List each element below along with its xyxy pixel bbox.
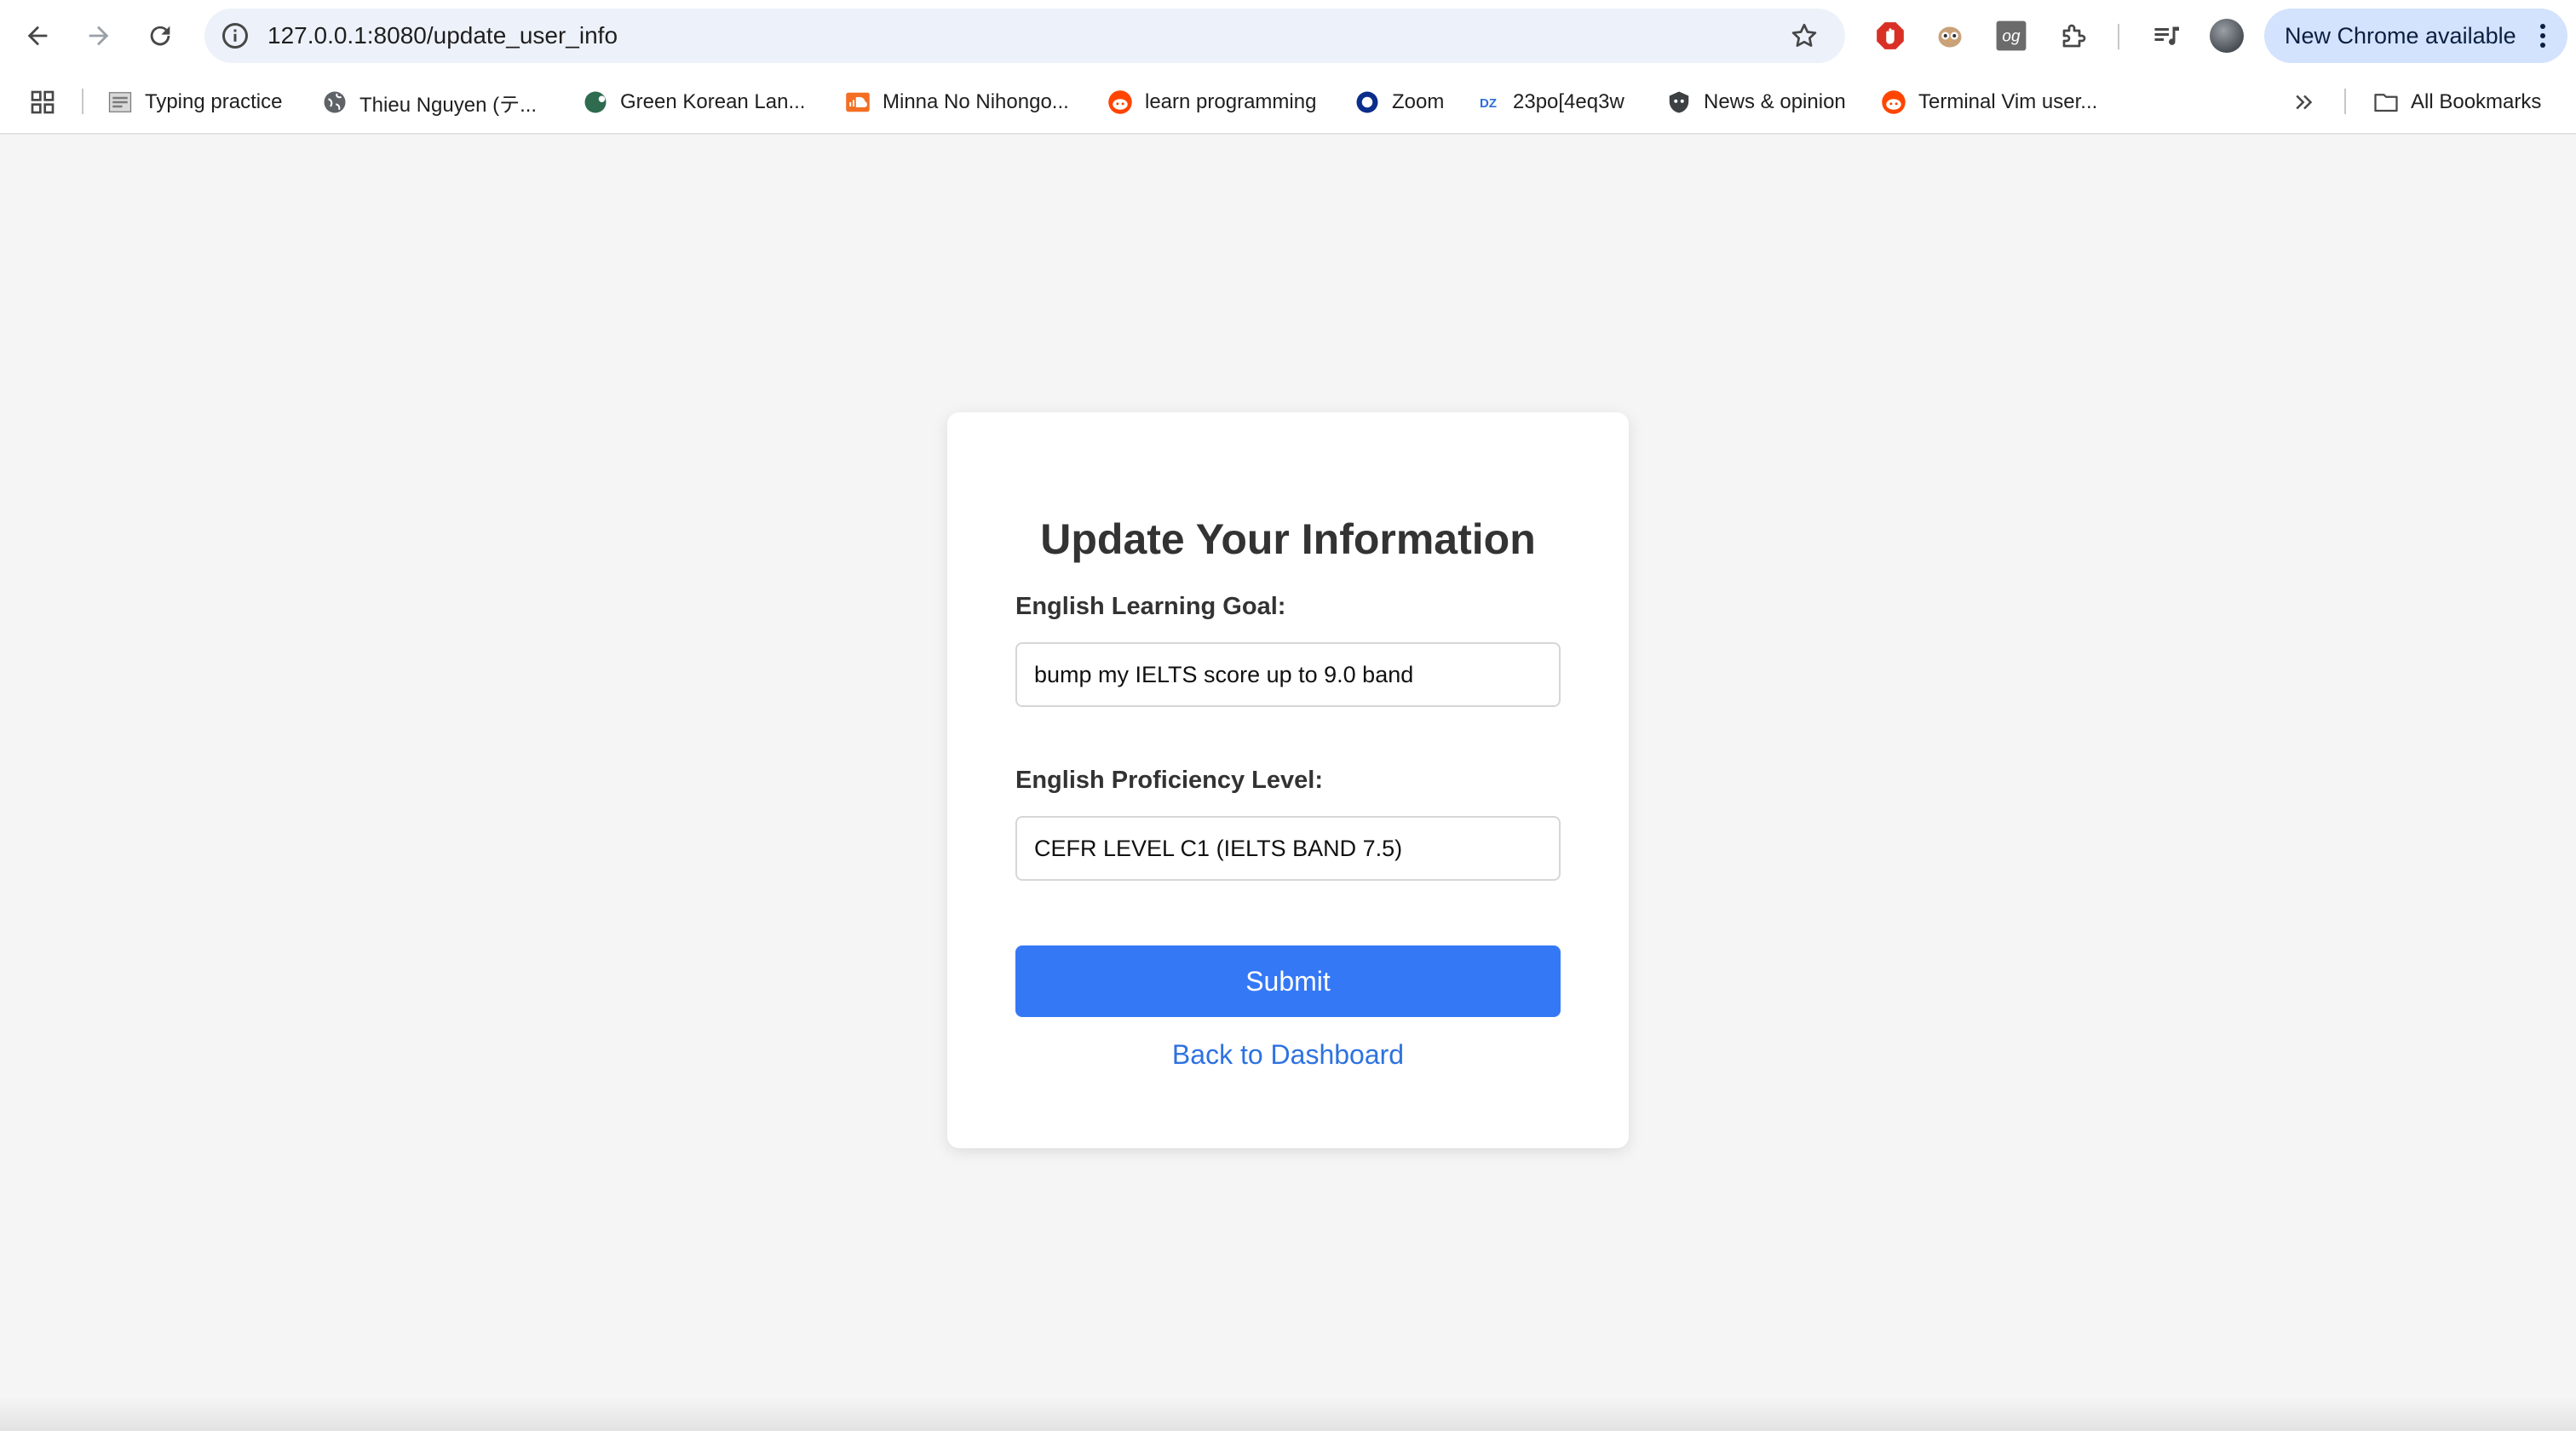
level-label: English Proficiency Level: [1015,767,1323,794]
submit-button[interactable]: Submit [1015,945,1561,1017]
reload-icon [150,26,170,46]
bookmark-terminal-vim[interactable]: Terminal Vim user... [1881,72,2097,133]
bookmark-label: News & opinion [1704,90,1846,113]
all-bookmarks-label: All Bookmarks [2411,90,2542,113]
bookmarks-divider [82,89,83,114]
new-chrome-available-button[interactable]: New Chrome available [2264,9,2567,63]
url-text[interactable]: 127.0.0.1:8080/update_user_info [267,9,618,63]
zoom-favicon [1354,89,1380,115]
bookmark-learn-programming[interactable]: learn programming [1107,72,1316,133]
goal-label: English Learning Goal: [1015,593,1286,620]
svg-text:DZ: DZ [1480,96,1497,111]
bookmark-news-opinion[interactable]: News & opinion [1666,72,1846,133]
all-bookmarks-button[interactable]: All Bookmarks [2373,72,2541,133]
adblock-extension-icon[interactable] [1872,18,1908,54]
bookmark-23po4eq3w[interactable]: DZ 23po[4eq3w [1475,72,1624,133]
bottom-shadow [0,1397,2576,1431]
chevron-double-right-icon [2296,95,2313,110]
bookmark-minna-no-nihongo[interactable]: Minna No Nihongo... [845,72,1069,133]
apps-grid-icon [31,90,55,114]
bookmark-label: Typing practice [145,90,283,113]
star-icon[interactable] [1789,20,1820,51]
info-icon[interactable] [220,20,250,51]
bookmarks-divider [2344,89,2346,114]
svg-text:og: og [2002,27,2021,45]
bookmark-thieu-nguyen[interactable]: Thieu Nguyen (テ... [322,72,537,133]
bookmark-label: Minna No Nihongo... [883,90,1069,113]
profile-avatar[interactable] [2210,19,2244,53]
folder-icon [2373,89,2399,115]
toolbar-divider [2118,24,2119,49]
arrow-left-icon [27,26,48,46]
green-korean-favicon [583,89,608,115]
owl-extension-icon[interactable] [1932,18,1968,54]
back-to-dashboard-link[interactable]: Back to Dashboard [947,1039,1629,1071]
reddit-favicon [1107,89,1133,115]
media-queue-icon[interactable] [2148,18,2184,54]
page-title: Update Your Information [1040,515,1536,563]
bookmark-label: learn programming [1145,90,1317,113]
reload-button[interactable] [140,15,181,56]
bookmarks-overflow-button[interactable] [2291,72,2317,133]
bookmark-label: Terminal Vim user... [1918,90,2098,113]
bookmark-typing-practice[interactable]: Typing practice [107,72,282,133]
bookmark-label: Green Korean Lan... [620,90,806,113]
reddit-favicon [1881,89,1906,115]
bookmark-label: Thieu Nguyen (テ... [359,93,538,117]
update-label: New Chrome available [2285,23,2516,49]
bookmark-label: Zoom [1392,90,1445,113]
goal-input[interactable] [1015,642,1561,707]
back-button[interactable] [17,15,58,56]
address-bar[interactable]: 127.0.0.1:8080/update_user_info [204,9,1845,63]
page-content: Update Your Information English Learning… [0,135,2576,1431]
level-input[interactable] [1015,816,1561,881]
update-info-card: Update Your Information English Learning… [947,412,1629,1148]
apps-button[interactable] [29,72,56,133]
soundcloud-favicon [845,89,871,115]
forward-button[interactable] [78,15,119,56]
bookmarks-bar: Typing practice Thieu Nguyen (テ... Green… [0,72,2576,135]
news-favicon [1666,89,1692,115]
kebab-icon[interactable] [2539,22,2547,49]
arrow-right-icon [89,26,109,46]
puzzle-extensions-icon[interactable] [2056,18,2092,54]
og-extension-icon[interactable]: og [1993,18,2029,54]
bookmark-label: 23po[4eq3w [1513,90,1624,113]
bookmark-zoom[interactable]: Zoom [1354,72,1444,133]
typing-favicon [107,89,133,115]
bookmark-green-korean[interactable]: Green Korean Lan... [583,72,805,133]
globe-favicon [322,89,348,115]
browser-toolbar: 127.0.0.1:8080/update_user_info og New C… [0,0,2576,72]
dz-favicon: DZ [1475,89,1501,115]
